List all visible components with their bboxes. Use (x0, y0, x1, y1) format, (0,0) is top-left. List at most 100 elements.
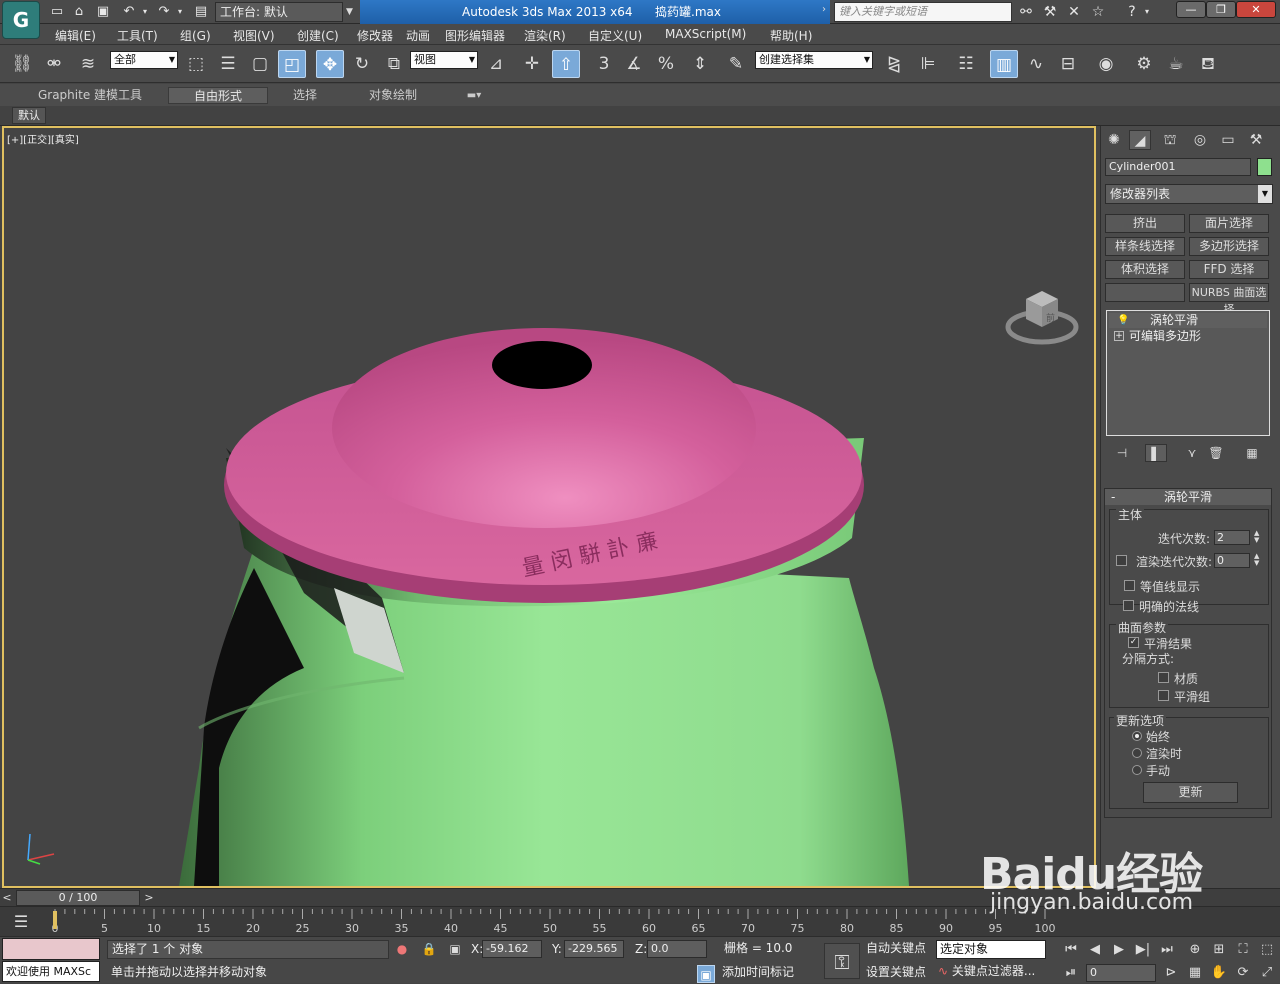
ffd-select-button[interactable]: FFD 选择 (1189, 260, 1269, 279)
minimize-button[interactable]: — (1176, 1, 1206, 18)
graphite-toggle-icon[interactable]: ▥ (990, 50, 1018, 78)
zoom-extents-all-icon[interactable]: ⬚ (1256, 940, 1278, 960)
render-iters-checkbox[interactable] (1116, 555, 1127, 566)
ribbon-options-icon[interactable]: ▬▾ (462, 87, 486, 104)
undo-icon[interactable]: ↶ (120, 3, 138, 21)
menu-rendering[interactable]: 渲染(R) (524, 27, 566, 44)
z-coord-field[interactable]: 0.0 (647, 940, 707, 958)
pan-view-icon[interactable]: ✋ (1208, 963, 1230, 983)
zoom-icon[interactable]: ⊕ (1184, 940, 1206, 960)
current-frame-field[interactable]: 0 (1086, 964, 1156, 982)
utilities-tab-icon[interactable]: ⚒ (1245, 130, 1267, 150)
volume-select-button[interactable]: 体积选择 (1105, 260, 1185, 279)
isolate-selection-icon[interactable]: ● (393, 940, 411, 958)
object-name-field[interactable]: Cylinder001 (1105, 158, 1251, 176)
object-color-swatch[interactable] (1257, 158, 1272, 176)
pivot-center-icon[interactable]: ⊿ (482, 50, 510, 78)
rendered-frame-icon[interactable]: ☕ (1162, 50, 1190, 78)
layer-manager-icon[interactable]: ☷ (952, 50, 980, 78)
menu-customize[interactable]: 自定义(U) (588, 27, 642, 44)
rollout-header[interactable]: - 涡轮平滑 (1105, 489, 1271, 505)
display-tab-icon[interactable]: ▭ (1217, 130, 1239, 150)
track-ruler[interactable]: 0510152025303540455055606570758085909510… (45, 907, 1095, 937)
orbit-icon[interactable]: ⟳ (1232, 963, 1254, 983)
select-manipulate-icon[interactable]: ✛ (518, 50, 546, 78)
menu-modifiers[interactable]: 修改器 (357, 27, 393, 44)
viewcube[interactable]: 前 (1004, 283, 1084, 345)
modify-tab-icon[interactable]: ◢ (1129, 130, 1151, 150)
isoline-checkbox[interactable] (1124, 580, 1135, 591)
next-frame-arrow-icon[interactable]: > (142, 890, 156, 906)
pin-stack-icon[interactable]: ⊣ (1111, 444, 1133, 462)
rect-region-icon[interactable]: ▢ (246, 50, 274, 78)
modifier-list-dropdown[interactable]: 修改器列表 ▼ (1105, 184, 1273, 204)
remove-modifier-icon[interactable]: 🗑 (1205, 444, 1227, 462)
menu-maxscript[interactable]: MAXScript(M) (665, 27, 746, 41)
window-crossing-icon[interactable]: ◰ (278, 50, 306, 78)
extrude-button[interactable]: 挤出 (1105, 214, 1185, 233)
modifier-stack[interactable]: 💡 涡轮平滑 + 可编辑多边形 (1106, 310, 1270, 436)
link-icon[interactable]: ⛓ (8, 50, 36, 78)
menu-animation[interactable]: 动画 (406, 27, 430, 44)
favorites-star-icon[interactable]: ☆ (1088, 3, 1108, 21)
lock-selection-icon[interactable]: 🔒 (420, 940, 438, 958)
when-rendering-radio[interactable] (1132, 748, 1142, 758)
show-end-result-icon[interactable]: ▌ (1145, 444, 1167, 462)
collapse-icon[interactable]: - (1111, 489, 1115, 505)
key-filters-button[interactable]: ∿ 关键点过滤器... (938, 963, 1050, 982)
select-by-name-icon[interactable]: ☰ (214, 50, 242, 78)
tab-freeform[interactable]: 自由形式 (168, 87, 268, 104)
undo-dropdown-icon[interactable]: ▾ (140, 3, 150, 21)
perspective-viewport[interactable]: [+][正交][真实] 量 闵 駢 訃 亷 前 (2, 126, 1096, 888)
make-unique-icon[interactable]: ⋎ (1181, 444, 1203, 462)
help-icon[interactable]: ? (1122, 3, 1142, 21)
menu-group[interactable]: 组(G) (180, 27, 211, 44)
y-coord-field[interactable]: -229.565 (564, 940, 624, 958)
chevron-down-icon[interactable]: ▼ (346, 2, 358, 22)
motion-tab-icon[interactable]: ◎ (1189, 130, 1211, 150)
go-to-start-icon[interactable]: ⏮ (1060, 940, 1082, 960)
stack-item-turbosmooth[interactable]: 💡 涡轮平滑 (1109, 313, 1267, 328)
tab-graphite-modeling[interactable]: Graphite 建模工具 (30, 87, 150, 104)
snaps-toggle-icon[interactable]: 3 (590, 50, 618, 78)
update-button[interactable]: 更新 (1143, 782, 1238, 803)
open-file-icon[interactable]: ⌂ (70, 3, 88, 21)
redo-dropdown-icon[interactable]: ▾ (175, 3, 185, 21)
menu-views[interactable]: 视图(V) (233, 27, 275, 44)
lightbulb-icon[interactable]: 💡 (1117, 313, 1129, 328)
menu-create[interactable]: 创建(C) (297, 27, 339, 44)
time-tag-icon[interactable]: ▣ (697, 965, 715, 983)
menu-help[interactable]: 帮助(H) (770, 27, 812, 44)
configure-sets-icon[interactable]: ▦ (1241, 444, 1263, 462)
zoom-all-icon[interactable]: ⊞ (1208, 940, 1230, 960)
explicit-normals-checkbox[interactable] (1123, 600, 1134, 611)
expand-plus-icon[interactable]: + (1114, 331, 1124, 341)
spinner-arrows-icon[interactable]: ▲ ▼ (1254, 530, 1262, 545)
curve-editor-mini-icon[interactable]: ☰ (6, 911, 36, 933)
region-zoom-icon[interactable]: ▦ (1184, 963, 1206, 983)
project-folder-icon[interactable]: ▤ (192, 3, 210, 21)
menu-tools[interactable]: 工具(T) (117, 27, 158, 44)
angle-snap-icon[interactable]: ∡ (620, 50, 648, 78)
absolute-mode-icon[interactable]: ▣ (446, 940, 464, 958)
materials-checkbox[interactable] (1158, 672, 1169, 683)
key-mode-toggle-icon[interactable]: ⏯ (1060, 963, 1082, 983)
redo-icon[interactable]: ↷ (155, 3, 173, 21)
nurbs-surface-select-button[interactable]: NURBS 曲面选择 (1189, 283, 1269, 316)
render-iters-spinner[interactable]: 0 (1214, 553, 1250, 568)
spinner-arrows-icon[interactable]: ▲ ▼ (1254, 553, 1262, 568)
next-frame-icon[interactable]: ▶| (1132, 940, 1154, 960)
viewcube-graphic[interactable]: 前 (1004, 283, 1084, 345)
render-production-icon[interactable]: ⛾ (1194, 50, 1222, 78)
workspace-dropdown[interactable]: 工作台: 默认 (215, 2, 343, 22)
spinner-snap-icon[interactable]: ⇕ (686, 50, 714, 78)
schematic-view-icon[interactable]: ⊟ (1054, 50, 1082, 78)
edit-named-selection-icon[interactable]: ✎ (722, 50, 750, 78)
prev-frame-icon[interactable]: ◀ (1084, 940, 1106, 960)
maxscript-mini-listener[interactable]: 欢迎使用 MAXSc (2, 961, 100, 982)
select-rotate-icon[interactable]: ↻ (348, 50, 376, 78)
selection-filter-dropdown[interactable]: 全部 ▼ (110, 51, 178, 69)
time-slider[interactable]: 0 / 100 (16, 890, 140, 906)
select-scale-icon[interactable]: ⧉ (380, 50, 408, 78)
select-object-icon[interactable]: ⬚ (182, 50, 210, 78)
